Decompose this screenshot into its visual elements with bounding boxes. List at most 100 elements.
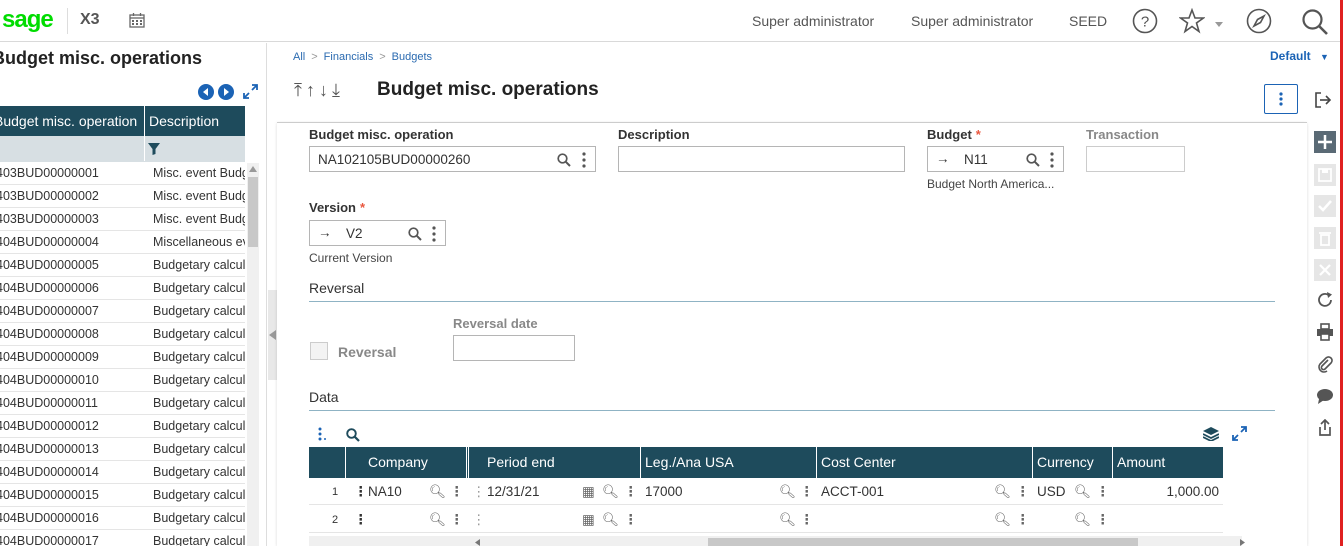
reversal-checkbox[interactable]	[310, 342, 328, 360]
list-item[interactable]: 404BUD00000016 Budgetary calculation	[0, 507, 245, 530]
kebab-icon[interactable]	[582, 152, 586, 168]
user-role-link[interactable]: Super administrator	[752, 13, 874, 29]
lookup-icon[interactable]	[1026, 153, 1040, 167]
lookup-icon[interactable]	[408, 227, 422, 241]
lookup-icon[interactable]: 🔍︎	[602, 512, 619, 528]
drag-handle-icon[interactable]: ⋮	[472, 512, 486, 528]
transaction-field[interactable]	[1086, 146, 1185, 172]
refresh-icon[interactable]	[1316, 291, 1334, 309]
collapse-left-icon[interactable]	[269, 330, 276, 340]
list-item[interactable]: 404BUD00000012 Budgetary calculation	[0, 415, 245, 438]
breadcrumb-all[interactable]: All	[293, 51, 305, 63]
chevron-down-icon[interactable]	[1214, 20, 1224, 28]
list-item[interactable]: 403BUD00000001 Misc. event Budget	[0, 162, 245, 185]
kebab-icon[interactable]	[1050, 152, 1054, 168]
list-item[interactable]: 404BUD00000006 Budgetary calculation	[0, 277, 245, 300]
kebab-icon[interactable]: ⋮	[624, 512, 638, 528]
lookup-icon[interactable]: 🔍︎	[994, 512, 1011, 528]
scroll-right-icon[interactable]	[1240, 539, 1245, 546]
kebab-icon[interactable]: ⋮	[800, 484, 814, 500]
arrow-right-icon[interactable]: →	[936, 151, 950, 166]
grid-actions-kebab-icon[interactable]	[317, 427, 327, 441]
list-item[interactable]: 404BUD00000015 Budgetary calculation	[0, 484, 245, 507]
scroll-left-icon[interactable]	[475, 539, 480, 546]
first-record-icon[interactable]: ⤒	[294, 80, 306, 100]
list-item[interactable]: 403BUD00000003 Misc. event Budget	[0, 208, 245, 231]
panel-collapse-handle[interactable]	[268, 290, 277, 380]
description-field[interactable]	[618, 146, 905, 172]
company-cell[interactable]: NA10	[368, 484, 402, 499]
cancel-button[interactable]	[1314, 259, 1336, 281]
save-button[interactable]	[1314, 164, 1336, 186]
leg-ana-cell[interactable]: 17000	[645, 484, 683, 499]
kebab-icon[interactable]: ⋮	[1016, 512, 1030, 528]
help-icon[interactable]: ?	[1132, 8, 1158, 34]
kebab-icon[interactable]: ⋮	[624, 484, 638, 500]
breadcrumb-budgets[interactable]: Budgets	[392, 51, 432, 63]
lookup-icon[interactable]: 🔍︎	[429, 484, 446, 500]
list-item[interactable]: 404BUD00000005 Budgetary calculation	[0, 254, 245, 277]
scroll-up-icon[interactable]	[249, 166, 257, 172]
row-kebab-icon[interactable]: ⋮	[354, 512, 368, 528]
lookup-icon[interactable]: 🔍︎	[994, 484, 1011, 500]
list-item[interactable]: 404BUD00000007 Budgetary calculation	[0, 300, 245, 323]
scrollbar-thumb[interactable]	[708, 538, 1138, 546]
lookup-icon[interactable]: 🔍︎	[429, 512, 446, 528]
filter-icon[interactable]	[148, 143, 160, 155]
lookup-icon[interactable]: 🔍︎	[1074, 484, 1091, 500]
table-row[interactable]: 1 ⋮ NA10 🔍︎ ⋮ ⋮ 12/31/21 ▦ 🔍︎ ⋮ 17000 🔍︎…	[309, 478, 1223, 505]
column-header-leg-ana[interactable]: Leg./Ana USA	[645, 454, 734, 470]
column-header-company[interactable]: Company	[368, 454, 428, 470]
breadcrumb-financials[interactable]: Financials	[324, 51, 374, 63]
column-header-amount[interactable]: Amount	[1117, 454, 1165, 470]
grid-expand-icon[interactable]	[1232, 426, 1247, 441]
row-kebab-icon[interactable]: ⋮	[354, 484, 368, 500]
period-end-cell[interactable]: 12/31/21	[487, 484, 540, 499]
next-record-icon[interactable]: ↓	[319, 80, 332, 100]
arrow-right-icon[interactable]: →	[318, 225, 332, 240]
vertical-scrollbar[interactable]	[247, 163, 259, 546]
calendar-icon[interactable]: ▦	[582, 484, 595, 500]
lookup-icon[interactable]: 🔍︎	[602, 484, 619, 500]
default-selector[interactable]: Default ▼	[1270, 49, 1329, 63]
list-item[interactable]: 404BUD00000008 Budgetary calculation	[0, 323, 245, 346]
version-field[interactable]: → V2	[309, 220, 446, 246]
budget-field[interactable]: → N11	[927, 146, 1064, 172]
list-item[interactable]: 404BUD00000010 Budgetary calculation	[0, 369, 245, 392]
list-item[interactable]: 404BUD00000011 Budgetary calculation	[0, 392, 245, 415]
column-header-period-end[interactable]: Period end	[487, 454, 555, 470]
validate-button[interactable]	[1314, 195, 1336, 217]
column-header-description[interactable]: Description	[149, 113, 219, 129]
lookup-icon[interactable]	[557, 153, 571, 167]
list-item[interactable]: 404BUD00000013 Budgetary calculation	[0, 438, 245, 461]
currency-cell[interactable]: USD	[1037, 484, 1066, 499]
list-item[interactable]: 404BUD00000014 Budgetary calculation	[0, 461, 245, 484]
user-name-link[interactable]: Super administrator	[911, 13, 1033, 29]
kebab-icon[interactable]: ⋮	[800, 512, 814, 528]
last-record-icon[interactable]: ⤓	[332, 80, 344, 100]
horizontal-scrollbar[interactable]	[309, 536, 1245, 546]
operation-field[interactable]: NA102105BUD00000260	[309, 146, 596, 172]
kebab-icon[interactable]: ⋮	[450, 484, 464, 500]
lookup-icon[interactable]: 🔍︎	[779, 512, 796, 528]
calendar-icon[interactable]: ▦	[582, 512, 595, 528]
list-item[interactable]: 403BUD00000002 Misc. event Budget	[0, 185, 245, 208]
calendar-icon[interactable]	[129, 12, 145, 28]
scrollbar-thumb[interactable]	[248, 177, 258, 247]
prev-page-icon[interactable]	[198, 84, 214, 100]
reversal-date-field[interactable]	[453, 335, 575, 361]
column-header-cost-center[interactable]: Cost Center	[821, 454, 896, 470]
kebab-icon[interactable]	[432, 226, 436, 242]
lookup-icon[interactable]: 🔍︎	[1074, 512, 1091, 528]
column-header-operation[interactable]: Budget misc. operation	[0, 113, 137, 129]
share-icon[interactable]	[1316, 419, 1334, 437]
drag-handle-icon[interactable]: ⋮	[472, 484, 486, 500]
compass-icon[interactable]	[1246, 8, 1272, 34]
kebab-icon[interactable]: ⋮	[450, 512, 464, 528]
product-name[interactable]: X3	[80, 11, 100, 29]
attachment-icon[interactable]	[1316, 355, 1334, 373]
next-page-icon[interactable]	[218, 84, 234, 100]
delete-button[interactable]	[1314, 227, 1336, 249]
exit-icon[interactable]	[1314, 91, 1332, 109]
table-row[interactable]: 2 ⋮ 🔍︎ ⋮ ⋮ ▦ 🔍︎ ⋮ 🔍︎ ⋮ 🔍︎ ⋮ 🔍︎ ⋮	[309, 506, 1223, 533]
